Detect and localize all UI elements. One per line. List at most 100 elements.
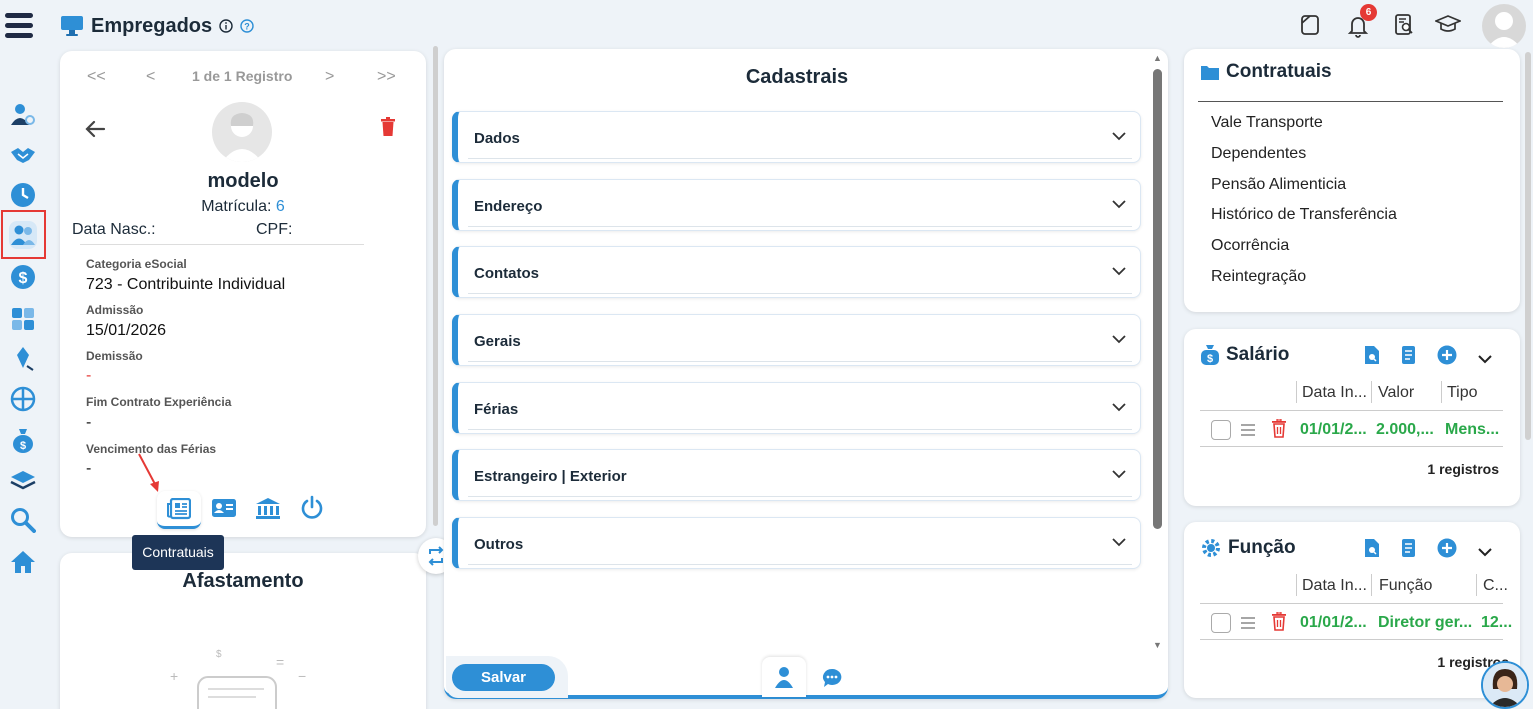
salario-cell-valor: 2.000,...: [1376, 421, 1434, 438]
svg-text:+: +: [170, 668, 178, 684]
id-card-icon[interactable]: [211, 498, 237, 523]
chevron-down-icon: [1112, 132, 1126, 141]
report-icon[interactable]: [1400, 345, 1418, 370]
drag-handle-icon[interactable]: [1241, 423, 1255, 441]
info-icon[interactable]: [219, 19, 233, 33]
dob-label: Data Nasc.:: [72, 221, 156, 238]
section-ferias[interactable]: Férias: [452, 382, 1141, 434]
money-bag-icon[interactable]: $: [9, 426, 37, 454]
last-record-button[interactable]: >>: [377, 68, 396, 86]
section-dados-label: Dados: [474, 130, 520, 147]
afastamento-title: Afastamento: [182, 570, 304, 592]
first-record-button[interactable]: <<: [87, 68, 106, 86]
save-button[interactable]: Salvar: [452, 664, 555, 691]
chevron-down-icon[interactable]: [1478, 351, 1492, 369]
chat-icon[interactable]: [822, 668, 842, 693]
section-gerais[interactable]: Gerais: [452, 314, 1141, 366]
user-avatar[interactable]: [1482, 4, 1526, 48]
add-circle-icon[interactable]: [1437, 538, 1457, 563]
salario-title: Salário: [1226, 344, 1290, 365]
home-icon[interactable]: [9, 548, 37, 576]
table-divider: [1200, 603, 1503, 604]
matricula-label: Matrícula:: [201, 198, 272, 215]
row-trash-icon[interactable]: [1271, 611, 1287, 636]
salario-col-data: Data In...: [1302, 384, 1367, 401]
section-gerais-label: Gerais: [474, 333, 521, 350]
svg-text:−: −: [298, 668, 306, 684]
next-record-button[interactable]: >: [325, 68, 334, 86]
gear-icon: [1202, 539, 1220, 557]
chevron-down-icon[interactable]: [1478, 544, 1492, 562]
contratuais-tab-button[interactable]: [157, 491, 201, 529]
chevron-down-icon: [1112, 538, 1126, 547]
trash-icon[interactable]: [380, 117, 396, 141]
employee-avatar: [212, 102, 272, 162]
left-scrollbar[interactable]: [433, 46, 438, 526]
col-sep: [1296, 574, 1297, 596]
col-sep: [1441, 381, 1442, 403]
calculator-icon[interactable]: [9, 305, 37, 333]
users-settings-icon[interactable]: [9, 100, 37, 128]
row-trash-icon[interactable]: [1271, 418, 1287, 443]
row-checkbox[interactable]: [1211, 420, 1231, 440]
demissao-value: -: [86, 367, 92, 384]
clock-icon[interactable]: [9, 181, 37, 209]
report-icon[interactable]: [1400, 538, 1418, 563]
fim-contrato-value: -: [86, 414, 92, 431]
admissao-label: Admissão: [86, 303, 144, 317]
funcao-header: Função: [1200, 537, 1296, 559]
matricula-value: 6: [275, 198, 285, 215]
prev-record-button[interactable]: <: [146, 68, 155, 86]
contratuais-divider: [1198, 101, 1503, 102]
cadastrais-title: Cadastrais: [745, 66, 849, 88]
section-endereco-label: Endereço: [474, 198, 543, 215]
menu-icon[interactable]: [5, 10, 33, 42]
add-circle-icon[interactable]: [1437, 345, 1457, 370]
clipboard-icon[interactable]: [1298, 13, 1322, 42]
layers-icon[interactable]: [9, 466, 37, 494]
section-endereco[interactable]: Endereço: [452, 179, 1141, 231]
funcao-cell-date: 01/01/2...: [1300, 614, 1367, 631]
person-tab-button[interactable]: [762, 657, 806, 697]
people-icon[interactable]: [9, 221, 37, 249]
svg-text:$: $: [19, 270, 28, 287]
link-dependentes[interactable]: Dependentes: [1211, 145, 1306, 163]
back-arrow-icon[interactable]: [84, 119, 106, 144]
section-contatos[interactable]: Contatos: [452, 246, 1141, 298]
search-icon[interactable]: [9, 506, 37, 534]
help-icon[interactable]: ?: [240, 19, 254, 33]
link-vale-transporte[interactable]: Vale Transporte: [1211, 114, 1323, 132]
drag-handle-icon[interactable]: [1241, 616, 1255, 634]
link-reintegracao[interactable]: Reintegração: [1211, 268, 1306, 286]
view-document-icon[interactable]: [1364, 538, 1380, 563]
dollar-icon[interactable]: $: [9, 263, 37, 291]
right-scrollbar[interactable]: [1525, 52, 1531, 440]
person-icon: [775, 667, 793, 688]
link-historico-transferencia[interactable]: Histórico de Transferência: [1211, 206, 1397, 224]
money-bag-icon: $: [1201, 345, 1219, 365]
graduation-cap-icon[interactable]: [1433, 13, 1463, 42]
handshake-icon[interactable]: [9, 141, 37, 169]
row-checkbox[interactable]: [1211, 613, 1231, 633]
scroll-down-icon[interactable]: ▼: [1153, 640, 1162, 650]
salario-count: 1 registros: [1427, 461, 1499, 477]
network-icon[interactable]: [9, 385, 37, 413]
search-document-icon[interactable]: [1392, 13, 1416, 42]
cadastrais-scrollbar[interactable]: [1153, 69, 1162, 529]
power-icon[interactable]: [299, 495, 325, 526]
salario-cell-tipo: Mens...: [1445, 421, 1500, 438]
section-estrangeiro[interactable]: Estrangeiro | Exterior: [452, 449, 1141, 501]
link-ocorrencia[interactable]: Ocorrência: [1211, 237, 1289, 255]
page-title-group: Empregados ?: [60, 13, 254, 39]
salario-col-valor: Valor: [1378, 384, 1415, 401]
bank-icon[interactable]: [255, 497, 281, 524]
support-assistant-avatar[interactable]: [1481, 661, 1529, 709]
section-dados[interactable]: Dados: [452, 111, 1141, 163]
scroll-up-icon[interactable]: ▲: [1153, 53, 1162, 63]
section-outros[interactable]: Outros: [452, 517, 1141, 569]
view-document-icon[interactable]: [1364, 345, 1380, 370]
admissao-value: 15/01/2026: [86, 322, 167, 339]
pen-icon[interactable]: [9, 345, 37, 373]
table-divider: [1200, 446, 1503, 447]
link-pensao-alimenticia[interactable]: Pensão Alimenticia: [1211, 176, 1346, 194]
